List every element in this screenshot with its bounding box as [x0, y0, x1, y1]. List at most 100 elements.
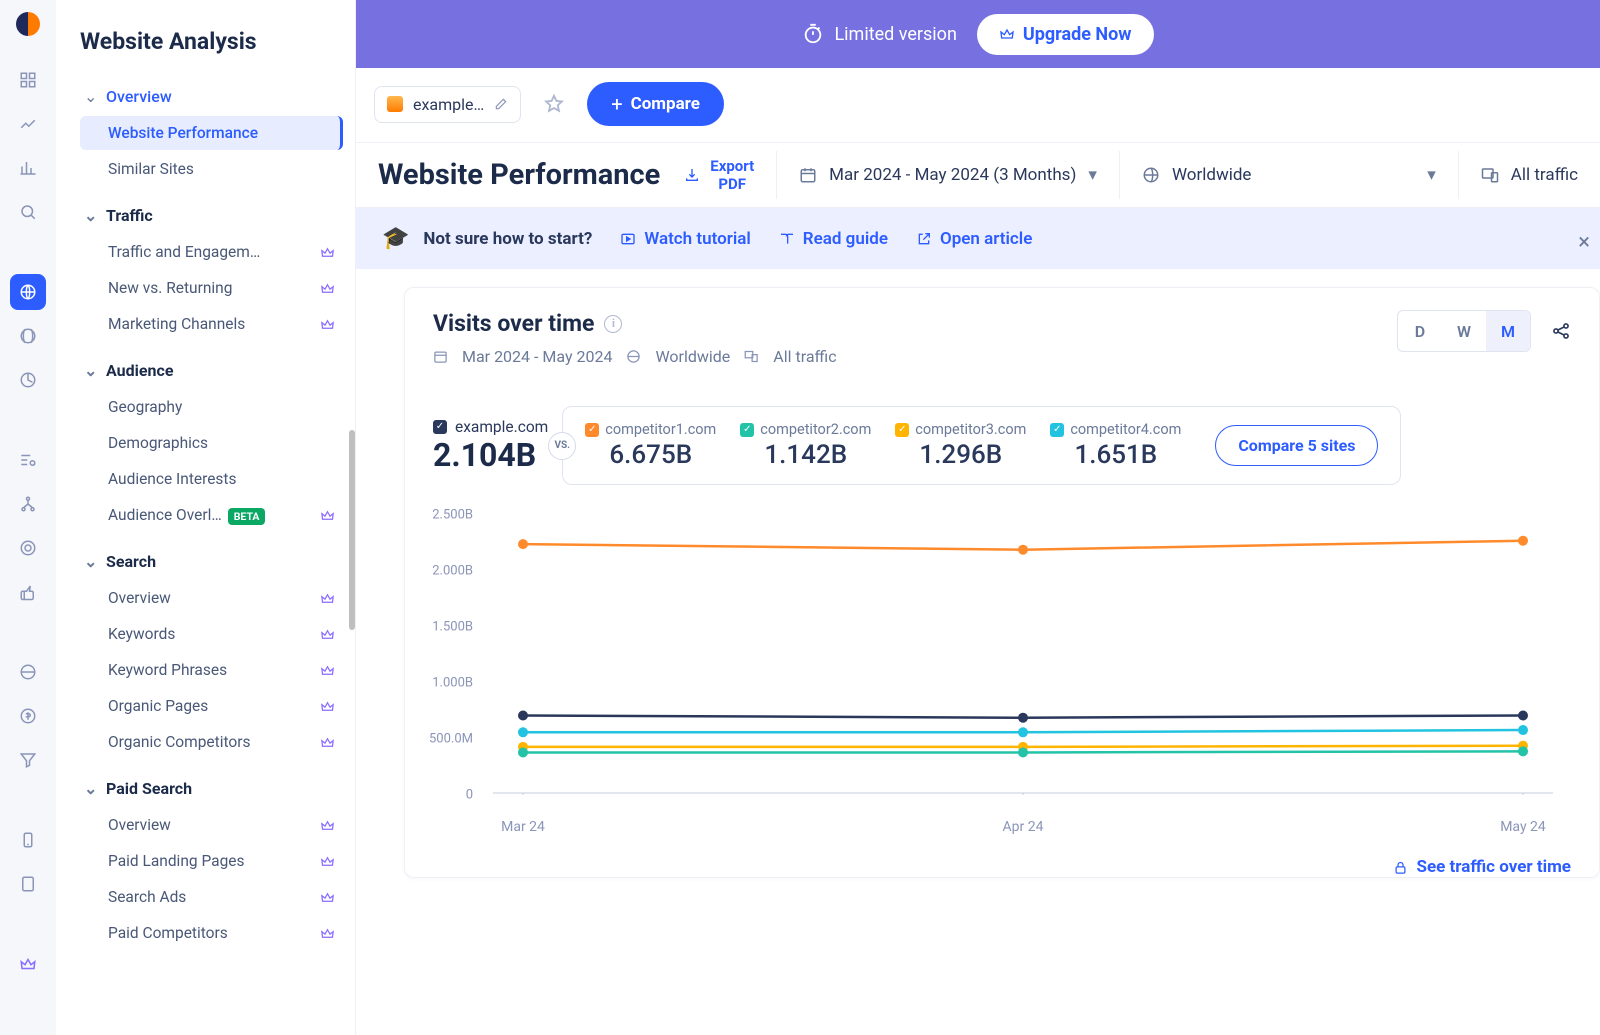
rail-list-search-icon[interactable] [10, 442, 46, 478]
chevron-down-icon: ⌄ [84, 206, 98, 225]
rail-bar-icon[interactable] [10, 150, 46, 186]
nav-section-traffic[interactable]: ⌄Traffic [80, 198, 351, 233]
date-filter[interactable]: Mar 2024 - May 2024 (3 Months) ▾ [776, 151, 1119, 199]
crown-icon [320, 508, 335, 523]
crown-icon [320, 281, 335, 296]
rail-search-icon[interactable] [10, 194, 46, 230]
crown-icon [320, 591, 335, 606]
rail-trend-icon[interactable] [10, 106, 46, 142]
compare-button[interactable]: + Compare [587, 82, 724, 126]
nav-item[interactable]: Audience Overl…BETA [80, 498, 343, 532]
nav-item[interactable]: New vs. Returning [80, 271, 343, 305]
rail-thumb-icon[interactable] [10, 574, 46, 610]
rail-mobile-icon[interactable] [10, 822, 46, 858]
site-chip[interactable]: example… [374, 86, 521, 123]
competitor-stat: ✓competitor1.com6.675B [585, 421, 716, 470]
x-tick-label: Mar 24 [501, 819, 545, 835]
nav-item[interactable]: Organic Competitors [80, 725, 343, 759]
rail-tree-icon[interactable] [10, 486, 46, 522]
chevron-down-icon: ⌄ [84, 779, 98, 798]
nav-item[interactable]: Search Ads [80, 880, 343, 914]
rail-tablet-icon[interactable] [10, 866, 46, 902]
export-pdf-button[interactable]: ExportPDF [684, 157, 754, 193]
y-tick-label: 2.500B [432, 508, 473, 523]
crown-icon [320, 245, 335, 260]
rail-chart-icon[interactable] [10, 362, 46, 398]
crown-icon [320, 818, 335, 833]
region-filter[interactable]: Worldwide ▾ [1119, 151, 1458, 199]
nav-item[interactable]: Keywords [80, 617, 343, 651]
crown-icon [320, 890, 335, 905]
rail-globe2-icon[interactable] [10, 318, 46, 354]
watch-tutorial-link[interactable]: Watch tutorial [620, 229, 750, 249]
close-help-button[interactable]: × [1578, 230, 1590, 255]
video-icon [620, 231, 636, 247]
nav-item[interactable]: Marketing Channels [80, 307, 343, 341]
chevron-down-icon: ▾ [1088, 165, 1097, 185]
nav-item[interactable]: Similar Sites [80, 152, 343, 186]
info-icon[interactable]: i [604, 315, 622, 333]
visits-card: Visits over timei Mar 2024 - May 2024 Wo… [404, 287, 1600, 878]
nav-item[interactable]: Audience Interests [80, 462, 343, 496]
read-guide-link[interactable]: Read guide [779, 229, 888, 249]
nav-item[interactable]: Paid Competitors [80, 916, 343, 950]
gran-month[interactable]: M [1486, 311, 1530, 351]
nav-item[interactable]: Geography [80, 390, 343, 424]
card-period: Mar 2024 - May 2024 [462, 347, 612, 366]
crown-icon [320, 926, 335, 941]
main: Limited version Upgrade Now example… + C… [356, 0, 1600, 1035]
help-question: Not sure how to start? [423, 229, 592, 249]
see-traffic-link[interactable]: See traffic over time [405, 843, 1599, 877]
checkbox-icon[interactable]: ✓ [740, 423, 754, 437]
crown-icon [320, 627, 335, 642]
rail-funnel-icon[interactable] [10, 742, 46, 778]
checkbox-icon[interactable]: ✓ [1050, 423, 1064, 437]
limited-banner: Limited version Upgrade Now [356, 0, 1600, 68]
competitor-stat: ✓competitor2.com1.142B [740, 421, 871, 470]
star-icon [543, 93, 565, 115]
rail-globe3-icon[interactable] [10, 654, 46, 690]
nav-item[interactable]: Organic Pages [80, 689, 343, 723]
stopwatch-icon [802, 23, 824, 45]
rail-coin-icon[interactable] [10, 698, 46, 734]
chevron-down-icon: ▾ [1427, 165, 1436, 185]
primary-stat: ✓example.com 2.104B [433, 418, 562, 474]
nav-section-paid-search[interactable]: ⌄Paid Search [80, 771, 351, 806]
rail-crown-icon[interactable] [10, 946, 46, 982]
sidebar-scrollbar[interactable] [349, 430, 355, 630]
favorite-button[interactable] [535, 85, 573, 123]
gran-day[interactable]: D [1398, 311, 1442, 351]
share-button[interactable] [1551, 321, 1571, 341]
nav-item[interactable]: Keyword Phrases [80, 653, 343, 687]
sidebar-title: Website Analysis [80, 28, 351, 55]
page-header: Website Performance ExportPDF Mar 2024 -… [356, 142, 1600, 208]
open-article-link[interactable]: Open article [916, 229, 1032, 249]
share-icon [1551, 321, 1571, 341]
nav-item[interactable]: Demographics [80, 426, 343, 460]
calendar-icon [433, 349, 448, 364]
nav-item[interactable]: Overview [80, 808, 343, 842]
y-tick-label: 0 [466, 788, 473, 803]
nav-item[interactable]: Overview [80, 581, 343, 615]
checkbox-icon[interactable]: ✓ [585, 423, 599, 437]
compare-sites-button[interactable]: Compare 5 sites [1215, 425, 1378, 466]
nav-section-search[interactable]: ⌄Search [80, 544, 351, 579]
checkbox-icon[interactable]: ✓ [433, 420, 447, 434]
gran-week[interactable]: W [1442, 311, 1486, 351]
nav-section-overview[interactable]: ⌄Overview [80, 79, 351, 114]
nav-item[interactable]: Website Performance [80, 116, 343, 150]
x-tick-label: Apr 24 [1003, 819, 1044, 835]
rail-dashboard-icon[interactable] [10, 62, 46, 98]
traffic-filter[interactable]: All traffic [1458, 151, 1600, 199]
globe-icon [626, 349, 641, 364]
graduation-cap-icon: 🎓 [382, 226, 409, 251]
nav-section-audience[interactable]: ⌄Audience [80, 353, 351, 388]
nav-item[interactable]: Paid Landing Pages [80, 844, 343, 878]
rail-target-icon[interactable] [10, 530, 46, 566]
card-region: Worldwide [655, 347, 730, 366]
rail-globe-icon[interactable] [10, 274, 46, 310]
card-traffic: All traffic [773, 347, 836, 366]
nav-item[interactable]: Traffic and Engagem… [80, 235, 343, 269]
checkbox-icon[interactable]: ✓ [895, 423, 909, 437]
upgrade-button[interactable]: Upgrade Now [977, 14, 1154, 55]
